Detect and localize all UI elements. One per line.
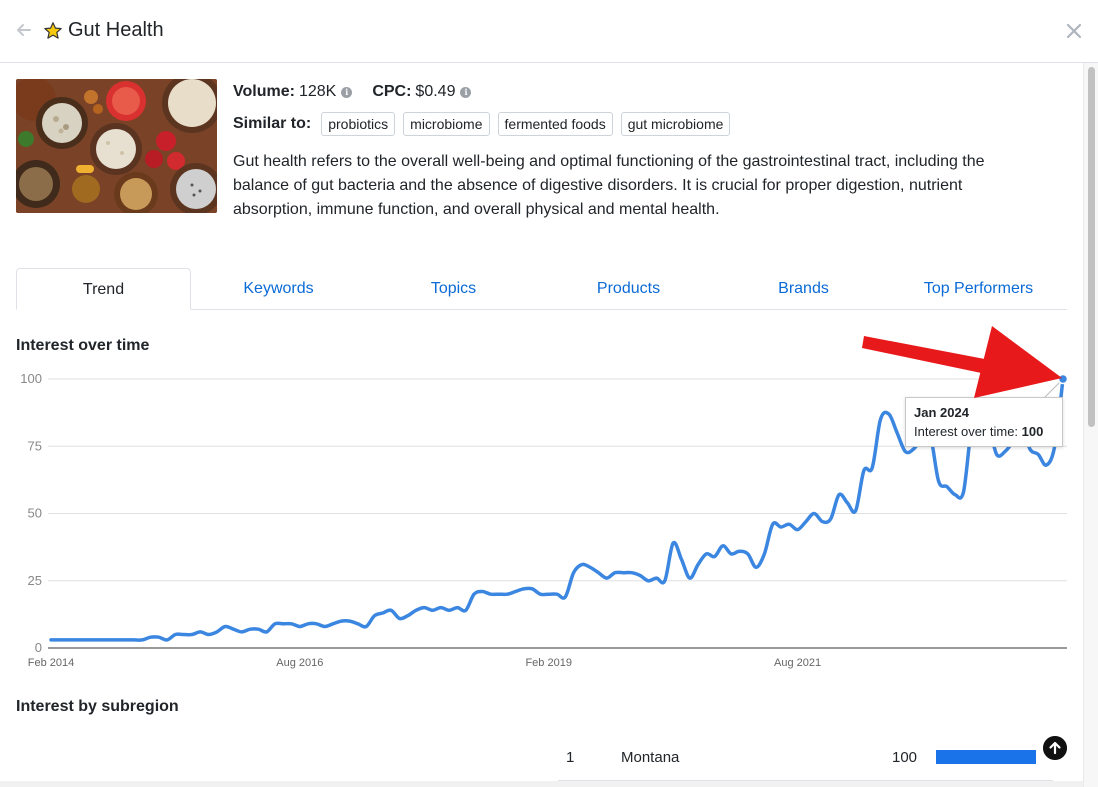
tab-topics[interactable]: Topics [366,268,541,309]
info-icon[interactable]: i [460,86,472,98]
y-tick-label: 0 [35,640,42,655]
scrollbar-thumb[interactable] [1088,67,1095,427]
keyword-stats: Volume: 128K i CPC: $0.49 i [233,82,472,102]
similar-chip[interactable]: gut microbiome [620,112,731,136]
scroll-to-top-button[interactable] [1043,736,1067,760]
cpc-stat: CPC: $0.49 i [372,83,472,101]
tab-brands[interactable]: Brands [716,268,891,309]
y-tick-label: 75 [28,438,42,453]
subregion-value: 100 [892,749,918,766]
similar-keywords: Similar to: probiotics microbiome fermen… [233,112,738,136]
volume-label: Volume: [233,83,295,100]
similar-chip[interactable]: microbiome [403,112,490,136]
topic-description: Gut health refers to the overall well-be… [233,153,985,218]
back-arrow-icon[interactable] [14,20,34,40]
similar-chip[interactable]: probiotics [321,112,396,136]
subregion-row: 1 Montana 100 [558,741,1053,781]
chart-tooltip: Jan 2024 Interest over time: 100 [905,397,1063,447]
x-tick-label: Aug 2021 [774,657,821,669]
info-icon[interactable]: i [341,86,353,98]
close-icon[interactable] [1065,22,1083,40]
subregion-rank: 1 [566,749,575,766]
similar-chip[interactable]: fermented foods [497,112,613,136]
x-tick-label: Feb 2019 [525,657,571,669]
cpc-label: CPC: [372,83,412,100]
content-below-fold [0,781,1083,787]
tooltip-date: Jan 2024 [914,405,969,420]
tooltip-value-line: Interest over time: 100 [914,424,1054,439]
tooltip-value: 100 [1021,424,1044,439]
x-tick-label: Feb 2014 [28,657,74,669]
topic-image [16,79,217,213]
tab-keywords[interactable]: Keywords [191,268,366,309]
volume-value: 128K [298,83,337,100]
tab-top-performers[interactable]: Top Performers [891,268,1066,309]
subregion-name: Montana [621,749,680,766]
interest-by-subregion-title: Interest by subregion [16,698,179,715]
tab-bar: Trend Keywords Topics Products Brands To… [16,268,1067,310]
annotation-arrow-icon [862,326,1062,398]
tab-products[interactable]: Products [541,268,716,309]
similar-label: Similar to: [233,115,312,132]
tab-trend[interactable]: Trend [16,268,191,310]
x-tick-label: Aug 2016 [276,657,323,669]
volume-stat: Volume: 128K i [233,83,353,101]
interest-over-time-title: Interest over time [16,337,150,354]
scrollbar[interactable] [1083,63,1098,787]
dialog-header: Gut Health [0,0,1098,63]
star-icon[interactable] [43,21,63,41]
page-title: Gut Health [68,19,164,41]
cpc-value: $0.49 [415,83,456,100]
y-tick-label: 25 [28,573,42,588]
subregion-bar [936,750,1036,764]
tooltip-label: Interest over time: [914,424,1019,439]
y-tick-label: 50 [28,506,42,521]
y-tick-label: 100 [20,371,42,386]
